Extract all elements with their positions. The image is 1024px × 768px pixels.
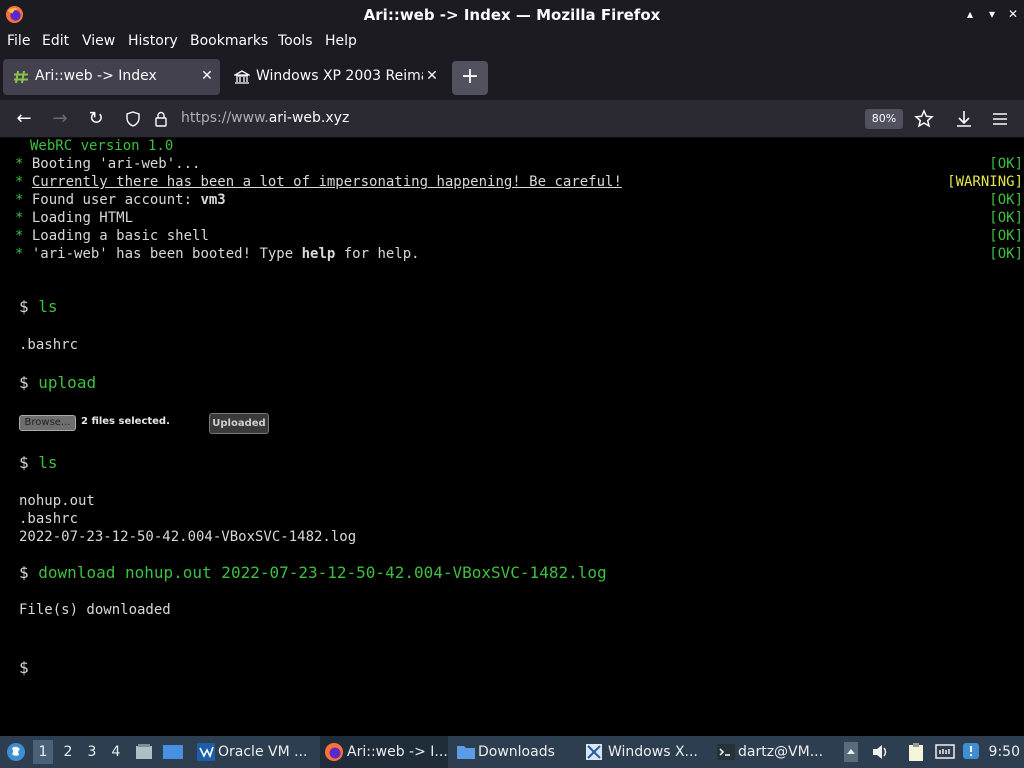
- taskbar-windows-xp[interactable]: Windows X...: [582, 736, 706, 768]
- start-menu-icon[interactable]: [6, 742, 26, 762]
- command-line: $ ls: [19, 453, 58, 472]
- boot-line: * Loading a basic shell: [15, 228, 209, 244]
- maximize-icon[interactable]: ▾: [984, 6, 1000, 22]
- shell-prompt[interactable]: $: [19, 659, 29, 677]
- taskbar: 1 2 3 4 Oracle VM ... Ari::web -> I... D…: [0, 736, 1024, 768]
- scroll-up-icon[interactable]: [844, 742, 858, 762]
- forward-button[interactable]: →: [49, 108, 71, 130]
- close-tab-icon[interactable]: ✕: [198, 67, 216, 85]
- tab-windows-xp[interactable]: Windows XP 2003 Reima ✕: [224, 59, 446, 95]
- file-entry: .bashrc: [19, 511, 79, 527]
- taskbar-label: Downloads: [478, 744, 555, 760]
- tab-strip: Ari::web -> Index ✕ Windows XP 2003 Reim…: [0, 54, 1024, 100]
- file-manager-icon[interactable]: [134, 742, 154, 762]
- museum-icon: [234, 70, 250, 84]
- star-icon[interactable]: [914, 109, 934, 129]
- uploaded-button[interactable]: Uploaded: [209, 413, 269, 434]
- workspace-3[interactable]: 3: [82, 744, 102, 760]
- shield-icon[interactable]: [125, 111, 141, 127]
- status-warning: [WARNING]: [947, 174, 1023, 190]
- taskbar-firefox[interactable]: Ari::web -> I...: [320, 736, 448, 768]
- workspace-1[interactable]: 1: [33, 740, 53, 764]
- command-line: $ upload: [19, 373, 97, 392]
- status-ok: [OK]: [989, 228, 1023, 244]
- windows-xp-icon: [586, 744, 602, 760]
- menu-bar: File Edit View History Bookmarks Tools H…: [0, 30, 1024, 54]
- hamburger-menu-icon[interactable]: [990, 109, 1010, 129]
- terminal-icon: [717, 744, 735, 760]
- window-title: Ari::web -> Index — Mozilla Firefox: [363, 6, 661, 24]
- new-tab-button[interactable]: +: [452, 61, 488, 95]
- taskbar-label: dartz@VM...: [738, 744, 824, 760]
- show-desktop-icon[interactable]: [162, 742, 184, 762]
- taskbar-terminal[interactable]: dartz@VM...: [712, 736, 836, 768]
- navigation-toolbar: ← → ↻ https://www.ari-web.xyz 80%: [0, 100, 1024, 138]
- taskbar-label: Windows X...: [608, 744, 698, 760]
- menu-view[interactable]: View: [82, 33, 115, 49]
- menu-edit[interactable]: Edit: [42, 33, 69, 49]
- clipboard-icon[interactable]: [906, 742, 926, 762]
- close-window-icon[interactable]: ✕: [1005, 6, 1021, 22]
- status-ok: [OK]: [989, 246, 1023, 262]
- notification-icon[interactable]: [962, 742, 980, 760]
- firefox-icon: [325, 743, 343, 761]
- clock[interactable]: 9:50: [989, 744, 1020, 760]
- command-line: $ ls: [19, 297, 58, 316]
- boot-line-warning: * Currently there has been a lot of impe…: [15, 174, 622, 190]
- taskbar-label: Oracle VM ...: [218, 744, 308, 760]
- status-ok: [OK]: [989, 192, 1023, 208]
- workspace-2[interactable]: 2: [58, 744, 78, 760]
- command-line: $ download nohup.out 2022-07-23-12-50-42…: [19, 563, 607, 582]
- back-button[interactable]: ←: [13, 108, 35, 130]
- taskbar-downloads[interactable]: Downloads: [452, 736, 576, 768]
- url-text[interactable]: https://www.ari-web.xyz: [181, 110, 349, 126]
- folder-icon: [457, 746, 475, 759]
- status-ok: [OK]: [989, 156, 1023, 172]
- browse-button[interactable]: Browse...: [19, 415, 76, 431]
- tab-ari-web[interactable]: Ari::web -> Index ✕: [3, 59, 220, 95]
- command-output: .bashrc: [19, 337, 79, 353]
- command-output: File(s) downloaded: [19, 602, 171, 618]
- taskbar-label: Ari::web -> I...: [347, 744, 448, 760]
- url-bar[interactable]: https://www.ari-web.xyz 80%: [118, 104, 914, 134]
- workspace-4[interactable]: 4: [106, 744, 126, 760]
- boot-line: * 'ari-web' has been booted! Type help f…: [15, 246, 420, 262]
- menu-tools[interactable]: Tools: [278, 33, 313, 49]
- hash-icon: [14, 70, 28, 84]
- reload-button[interactable]: ↻: [85, 108, 107, 130]
- file-entry: 2022-07-23-12-50-42.004-VBoxSVC-1482.log: [19, 529, 357, 545]
- zoom-indicator[interactable]: 80%: [865, 109, 903, 129]
- lock-icon[interactable]: [154, 111, 168, 127]
- tab-label: Windows XP 2003 Reima: [256, 68, 423, 84]
- boot-line: * Booting 'ari-web'...: [15, 156, 201, 172]
- menu-bookmarks[interactable]: Bookmarks: [190, 33, 268, 49]
- download-icon[interactable]: [954, 109, 974, 129]
- status-ok: [OK]: [989, 210, 1023, 226]
- version-line: WebRC version 1.0: [30, 139, 174, 154]
- minimize-icon[interactable]: ▴: [962, 6, 978, 22]
- file-entry: nohup.out: [19, 493, 95, 509]
- network-icon[interactable]: [934, 742, 956, 762]
- volume-icon[interactable]: [870, 742, 890, 762]
- boot-line: * Found user account: vm3: [15, 192, 226, 208]
- menu-history[interactable]: History: [128, 33, 178, 49]
- taskbar-virtualbox[interactable]: Oracle VM ...: [192, 736, 316, 768]
- boot-line: * Loading HTML: [15, 210, 134, 226]
- terminal-page: WebRC version 1.0 * Booting 'ari-web'...…: [0, 139, 1024, 736]
- menu-help[interactable]: Help: [325, 33, 357, 49]
- tab-label: Ari::web -> Index: [35, 68, 157, 84]
- files-selected-text: 2 files selected.: [81, 416, 170, 427]
- close-tab-icon[interactable]: ✕: [423, 67, 441, 85]
- window-titlebar: Ari::web -> Index — Mozilla Firefox ▴ ▾ …: [0, 0, 1024, 30]
- virtualbox-icon: [197, 743, 215, 761]
- menu-file[interactable]: File: [7, 33, 30, 49]
